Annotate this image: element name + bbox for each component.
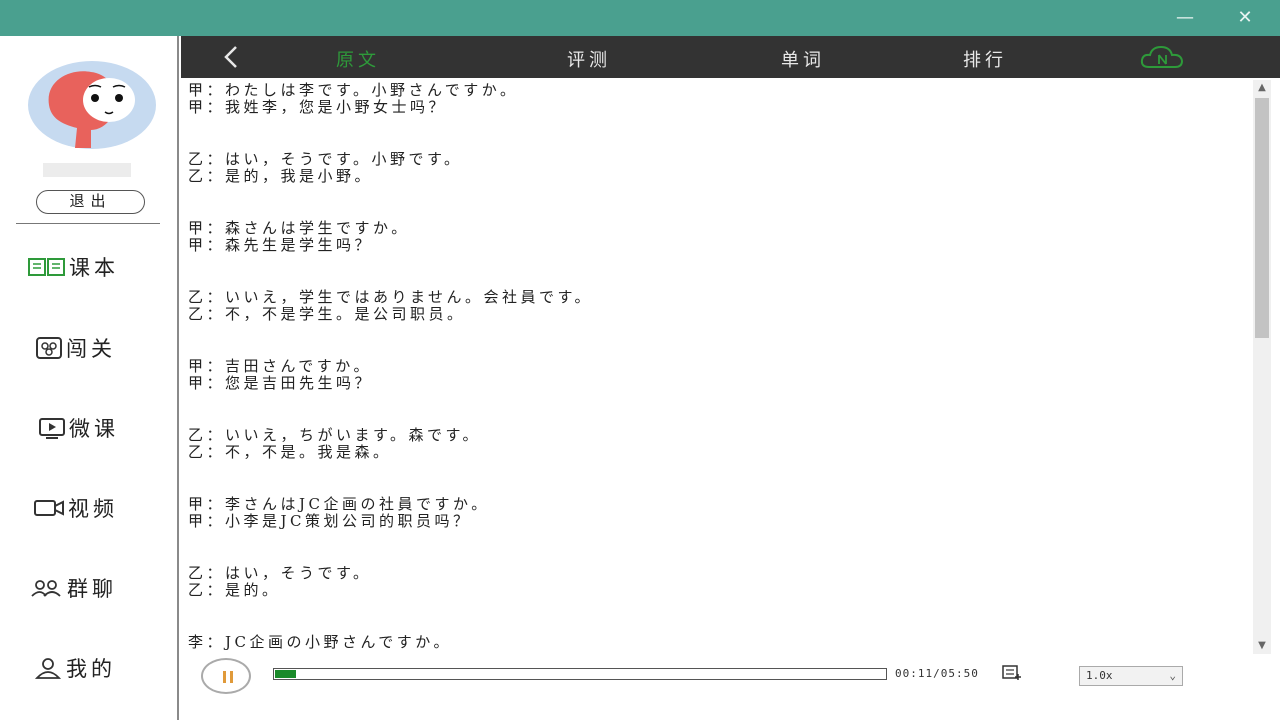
- scrollbar[interactable]: ▲ ▼: [1253, 80, 1271, 654]
- speed-value: 1.0x: [1086, 669, 1113, 682]
- level-icon: [36, 337, 62, 359]
- transcript-line-original[interactable]: 李：JC企画の小野さんですか。: [188, 634, 1253, 651]
- scroll-up-icon[interactable]: ▲: [1253, 80, 1271, 96]
- tab-original-text[interactable]: 原文: [336, 46, 380, 72]
- pause-button[interactable]: [201, 658, 251, 694]
- transcript-line-original[interactable]: 甲：李さんはJC企画の社員ですか。: [188, 496, 1253, 513]
- group-chat-icon: [31, 580, 61, 597]
- sidebar-item-video[interactable]: 视频: [33, 492, 118, 524]
- sidebar-item-group-chat[interactable]: 群聊: [30, 572, 117, 604]
- transcript-pair: 乙：はい，そうです。 乙：是的。: [188, 565, 1253, 634]
- sidebar-divider: [16, 223, 160, 224]
- transcript-line-translation[interactable]: 甲：我姓李，您是小野女士吗？: [188, 99, 1253, 116]
- transcript-pair: 乙：はい，そうです。小野です。 乙：是的，我是小野。: [188, 151, 1253, 220]
- transcript-line-translation[interactable]: 甲：您是吉田先生吗？: [188, 375, 1253, 392]
- transcript-area: 甲：わたしは李です。小野さんですか。 甲：我姓李，您是小野女士吗？ 乙：はい，そうで…: [181, 80, 1253, 651]
- sidebar-item-label: 微课: [69, 417, 119, 441]
- transcript-line-original[interactable]: 乙：はい，そうです。小野です。: [188, 151, 1253, 168]
- user-icon: [34, 658, 62, 679]
- cloud-icon: [1140, 45, 1184, 68]
- pause-icon-bar: [230, 671, 233, 683]
- sidebar-item-challenge[interactable]: 闯关: [35, 332, 116, 364]
- transcript-line-translation[interactable]: 乙：不，不是学生。是公司职员。: [188, 306, 1253, 323]
- tab-ranking[interactable]: 排行: [963, 46, 1007, 72]
- scroll-down-icon[interactable]: ▼: [1253, 638, 1271, 654]
- sidebar-item-label: 群聊: [67, 577, 117, 601]
- sidebar-item-micro-lesson[interactable]: 微课: [38, 412, 119, 444]
- transcript-line-original[interactable]: 甲：森さんは学生ですか。: [188, 220, 1253, 237]
- audio-player: 00:11/05:50 1.0x ⌄: [181, 654, 1280, 720]
- transcript-line-original[interactable]: 乙：いいえ，学生ではありません。会社員です。: [188, 289, 1253, 306]
- transcript-line-original[interactable]: 乙：いいえ，ちがいます。森です。: [188, 427, 1253, 444]
- pause-icon: [223, 671, 226, 683]
- transcript-line-original[interactable]: 甲：吉田さんですか。: [188, 358, 1253, 375]
- loop-icon: [1002, 665, 1021, 680]
- video-icon: [34, 500, 64, 516]
- top-navigation: 原文 评测 单词 排行: [181, 36, 1280, 78]
- sidebar-item-label: 视频: [68, 497, 118, 521]
- transcript-line-translation[interactable]: 甲：森先生是学生吗？: [188, 237, 1253, 254]
- sidebar-item-label: 闯关: [66, 337, 116, 361]
- sidebar-item-textbook[interactable]: 课本: [28, 251, 119, 283]
- transcript-pair: 李：JC企画の小野さんですか。: [188, 634, 1253, 651]
- avatar[interactable]: [27, 60, 157, 150]
- sidebar-item-label: 课本: [69, 256, 119, 280]
- minimize-button[interactable]: —: [1170, 6, 1200, 30]
- transcript-pair: 乙：いいえ，ちがいます。森です。 乙：不，不是。我是森。: [188, 427, 1253, 496]
- transcript-pair: 甲：わたしは李です。小野さんですか。 甲：我姓李，您是小野女士吗？: [188, 82, 1253, 151]
- logout-button[interactable]: 退出: [36, 190, 145, 214]
- username-placeholder: [43, 163, 131, 177]
- close-button[interactable]: ✕: [1230, 6, 1260, 30]
- transcript-line-original[interactable]: 乙：はい，そうです。: [188, 565, 1253, 582]
- scroll-thumb[interactable]: [1255, 98, 1269, 338]
- transcript-pair: 甲：李さんはJC企画の社員ですか。 甲：小李是JC策划公司的职员吗？: [188, 496, 1253, 565]
- back-button[interactable]: [217, 42, 247, 72]
- speed-select[interactable]: 1.0x ⌄: [1079, 666, 1183, 686]
- loop-button[interactable]: [1001, 664, 1023, 682]
- transcript-pair: 甲：森さんは学生ですか。 甲：森先生是学生吗？: [188, 220, 1253, 289]
- progress-fill: [275, 670, 296, 678]
- transcript-line-original[interactable]: 甲：わたしは李です。小野さんですか。: [188, 82, 1253, 99]
- book-icon: [28, 258, 65, 276]
- tab-words[interactable]: 单词: [781, 46, 825, 72]
- transcript-line-translation[interactable]: 乙：不，不是。我是森。: [188, 444, 1253, 461]
- transcript-pair: 甲：吉田さんですか。 甲：您是吉田先生吗？: [188, 358, 1253, 427]
- chevron-down-icon: ⌄: [1169, 669, 1176, 682]
- cloud-download-button[interactable]: [1139, 42, 1185, 72]
- progress-bar[interactable]: [273, 668, 887, 680]
- tab-evaluation[interactable]: 评测: [567, 46, 611, 72]
- sidebar: 退出 课本 闯关 微课 视频 群聊 我的: [0, 36, 179, 720]
- transcript-line-translation[interactable]: 乙：是的。: [188, 582, 1253, 599]
- sidebar-item-label: 我的: [66, 657, 116, 681]
- transcript-line-translation[interactable]: 乙：是的，我是小野。: [188, 168, 1253, 185]
- transcript-line-translation[interactable]: 甲：小李是JC策划公司的职员吗？: [188, 513, 1253, 530]
- micro-lesson-icon: [39, 418, 65, 439]
- playback-time: 00:11/05:50: [895, 667, 979, 680]
- back-arrow-icon: [224, 46, 237, 68]
- avatar-icon: [28, 61, 156, 149]
- sidebar-item-me[interactable]: 我的: [33, 652, 116, 684]
- window-titlebar: — ✕: [0, 0, 1280, 36]
- transcript-pair: 乙：いいえ，学生ではありません。会社員です。 乙：不，不是学生。是公司职员。: [188, 289, 1253, 358]
